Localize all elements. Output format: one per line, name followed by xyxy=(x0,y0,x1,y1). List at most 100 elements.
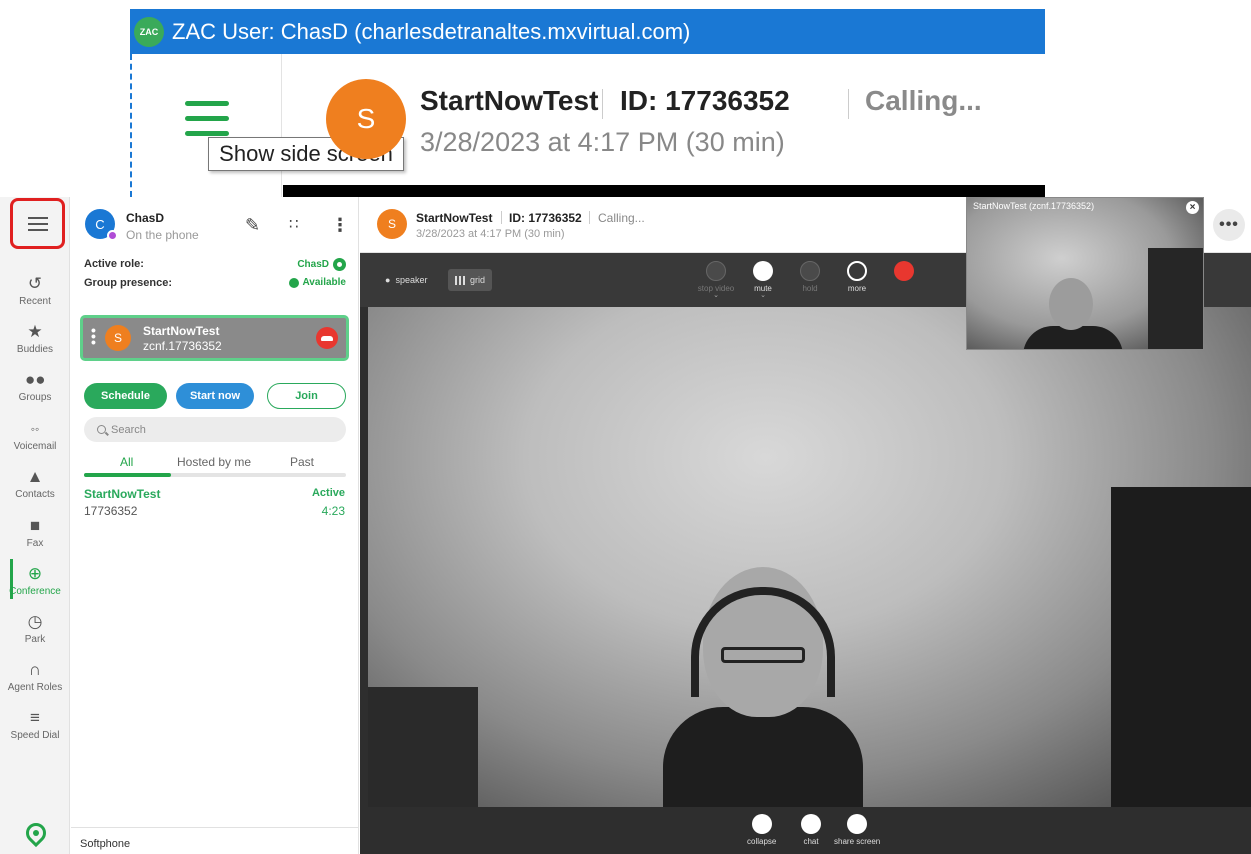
conference-item-state: Active xyxy=(311,487,345,499)
softphone-label[interactable]: Softphone xyxy=(71,827,359,854)
speaker-icon: ● xyxy=(385,275,391,285)
video-camera-icon xyxy=(706,261,726,281)
share-screen-icon xyxy=(847,814,868,834)
nav-park[interactable]: ◷ Park xyxy=(0,612,70,645)
nav-rail: ↺ Recent ★ Buddies ●● Groups ◦◦ Voicemai… xyxy=(0,197,70,854)
conference-item-id: 17736352 xyxy=(84,504,138,518)
call-header-avatar: S xyxy=(377,209,407,239)
chat-label: chat xyxy=(803,837,819,846)
nav-fax[interactable]: ■ Fax xyxy=(0,516,70,549)
collapse-button[interactable]: collapse xyxy=(747,814,776,846)
location-icon[interactable] xyxy=(21,818,51,848)
schedule-button[interactable]: Schedule xyxy=(84,383,167,409)
share-screen-button[interactable]: share screen xyxy=(834,814,880,846)
window-title: ZAC User: ChasD (charlesdetranaltes.mxvi… xyxy=(172,18,691,44)
video-background-object xyxy=(368,687,478,807)
dialpad-icon[interactable]: ∷ xyxy=(289,215,299,233)
join-button[interactable]: Join xyxy=(267,383,346,409)
tab-all[interactable]: All xyxy=(120,455,133,469)
video-participant xyxy=(663,567,863,807)
nav-conference[interactable]: ⊕ Conference xyxy=(0,564,70,597)
star-icon: ★ xyxy=(27,322,43,341)
hold-button[interactable]: hold xyxy=(790,261,830,293)
active-role-name: ChasD xyxy=(297,259,329,270)
tab-indicator xyxy=(84,473,171,477)
mute-button[interactable]: mute ⌄ xyxy=(743,261,783,299)
presence-dot xyxy=(107,230,118,241)
nav-contacts[interactable]: ▲ Contacts xyxy=(0,467,70,500)
more-label: more xyxy=(847,284,867,293)
hangup-button[interactable] xyxy=(884,261,924,284)
hamburger-icon xyxy=(27,213,48,235)
main-video xyxy=(368,307,1251,807)
call-name: StartNowTest xyxy=(143,324,220,338)
nav-label: Conference xyxy=(9,586,61,597)
hold-label: hold xyxy=(802,284,818,293)
call-status: Calling... xyxy=(865,85,982,116)
self-view-label: StartNowTest (zcnf.17736352) xyxy=(973,201,1095,211)
conference-name: StartNowTest xyxy=(420,85,599,116)
more-button[interactable]: more xyxy=(837,261,877,293)
nav-label: Park xyxy=(24,634,46,645)
call-sub: zcnf.17736352 xyxy=(143,339,222,353)
speaker-button[interactable]: ● speaker xyxy=(378,269,434,291)
chevron-down-icon[interactable]: ⌄ xyxy=(696,292,736,299)
active-call-card[interactable]: • • • S StartNowTest zcnf.17736352 xyxy=(80,315,349,361)
self-view-video[interactable]: StartNowTest (zcnf.17736352) × xyxy=(966,197,1204,350)
conference-id: ID: 17736352 xyxy=(620,85,790,116)
contact-icon: ▲ xyxy=(26,467,44,486)
conference-datetime: 3/28/2023 at 4:17 PM (30 min) xyxy=(420,127,785,157)
group-presence-value[interactable]: Available xyxy=(289,277,346,288)
more-horizontal-icon xyxy=(847,261,867,281)
collapse-icon xyxy=(751,814,772,834)
stop-video-button[interactable]: stop video ⌄ xyxy=(696,261,736,299)
globe-icon: ⊕ xyxy=(27,564,43,583)
chat-icon xyxy=(801,814,821,834)
active-role-value[interactable]: ChasD xyxy=(297,258,346,271)
drag-handle-icon[interactable]: • • • xyxy=(91,323,96,349)
menu-button[interactable] xyxy=(10,198,65,249)
tab-past[interactable]: Past xyxy=(290,455,314,469)
nav-voicemail[interactable]: ◦◦ Voicemail xyxy=(0,419,70,452)
more-vertical-icon[interactable]: ⋮ xyxy=(331,215,349,236)
nav-label: Buddies xyxy=(16,344,54,355)
call-header-id: ID: 17736352 xyxy=(509,211,582,225)
nav-agent-roles[interactable]: ∩ Agent Roles xyxy=(0,660,70,693)
nav-recent[interactable]: ↺ Recent xyxy=(0,274,70,307)
start-now-button[interactable]: Start now xyxy=(176,383,254,409)
separator xyxy=(848,89,849,119)
conference-item-name[interactable]: StartNowTest xyxy=(84,487,160,501)
nav-buddies[interactable]: ★ Buddies xyxy=(0,322,70,355)
microphone-icon xyxy=(753,261,773,281)
speaker-label: speaker xyxy=(395,275,428,285)
conference-avatar: S xyxy=(326,79,406,159)
gear-icon[interactable] xyxy=(333,258,346,271)
nav-groups[interactable]: ●● Groups xyxy=(0,370,70,403)
grid-icon xyxy=(455,275,465,285)
nav-speed-dial[interactable]: ≡ Speed Dial xyxy=(0,708,70,741)
nav-label: Contacts xyxy=(15,489,55,500)
nav-label: Groups xyxy=(18,392,52,403)
zac-logo: ZAC xyxy=(134,16,164,47)
pause-icon xyxy=(800,261,820,281)
fax-icon: ■ xyxy=(29,516,41,535)
tab-hosted-by-me[interactable]: Hosted by me xyxy=(177,455,251,469)
more-options-button[interactable]: ••• xyxy=(1213,209,1245,241)
call-header-status: Calling... xyxy=(598,211,645,225)
speed-dial-icon: ≡ xyxy=(30,708,40,727)
close-icon[interactable]: × xyxy=(1186,201,1199,214)
chat-button[interactable]: chat xyxy=(801,814,821,846)
grid-button[interactable]: grid xyxy=(448,269,493,291)
chevron-down-icon[interactable]: ⌄ xyxy=(743,292,783,299)
separator xyxy=(501,211,502,224)
grid-label: grid xyxy=(470,275,486,285)
nav-label: Fax xyxy=(26,538,44,549)
hangup-icon[interactable] xyxy=(316,327,338,349)
search-icon xyxy=(97,425,106,434)
compose-icon[interactable]: ✎ xyxy=(245,215,260,236)
search-input[interactable]: Search xyxy=(84,417,346,442)
user-status: On the phone xyxy=(126,228,199,242)
conference-panel: C ChasD On the phone ✎ ∷ ⋮ Active role: … xyxy=(71,197,359,854)
presence-text: Available xyxy=(302,277,346,288)
group-presence-label: Group presence: xyxy=(84,277,173,289)
